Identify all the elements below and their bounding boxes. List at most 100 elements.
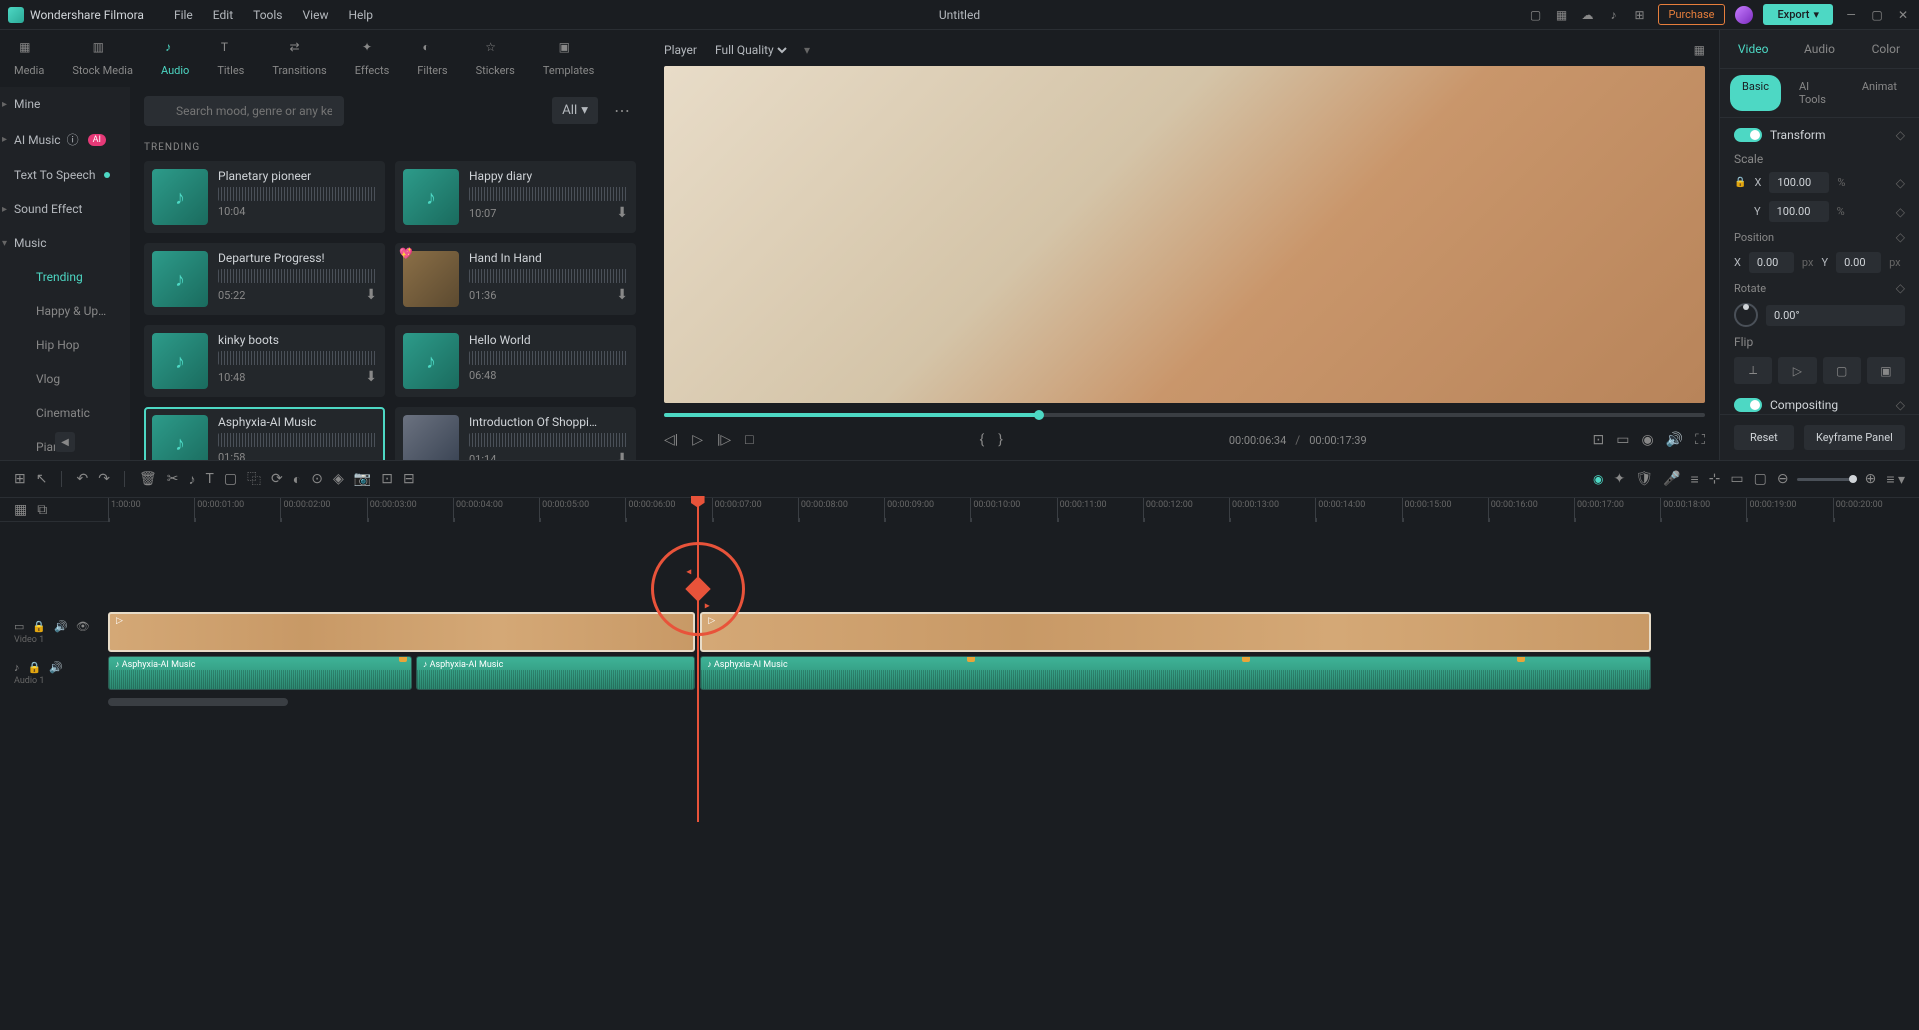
ratio-icon[interactable]: ⊡: [1593, 432, 1605, 448]
history-icon[interactable]: ▦: [1554, 7, 1570, 23]
audio-mute-icon[interactable]: 🔊: [49, 661, 63, 674]
video-track-icon[interactable]: ▭: [14, 620, 24, 633]
compositing-toggle[interactable]: [1734, 398, 1762, 412]
playhead[interactable]: [697, 498, 699, 822]
video-clip-1[interactable]: ▷: [108, 612, 695, 652]
transform-toggle[interactable]: [1734, 128, 1762, 142]
audio-lock-icon[interactable]: 🔒: [28, 661, 42, 674]
audio-track-icon[interactable]: ♪: [14, 661, 20, 674]
list-icon[interactable]: ≡: [1690, 471, 1698, 488]
tab-media[interactable]: ▦Media: [0, 40, 58, 77]
subtab-basic[interactable]: Basic: [1730, 75, 1781, 111]
tab-stock[interactable]: ▥Stock Media: [58, 40, 147, 77]
tab-effects[interactable]: ✦Effects: [341, 40, 404, 77]
track-card[interactable]: ♪Planetary pioneer10:04: [144, 161, 385, 233]
download-icon[interactable]: ⬇: [616, 205, 628, 221]
sidebar-sfx[interactable]: ▸Sound Effect: [0, 192, 130, 226]
display-icon[interactable]: ▭: [1616, 432, 1629, 448]
pos-y-input[interactable]: [1836, 252, 1881, 273]
track-card[interactable]: ♪kinky boots10:48⬇: [144, 325, 385, 397]
maximize-icon[interactable]: ▢: [1869, 7, 1885, 23]
tag-icon[interactable]: ◈: [333, 471, 344, 487]
select-icon[interactable]: ↖: [36, 471, 48, 487]
shield-icon[interactable]: 🛡: [1635, 471, 1653, 487]
subtab-ai[interactable]: AI Tools: [1787, 75, 1844, 111]
scale-x-reset[interactable]: ◇: [1896, 176, 1905, 190]
track-card[interactable]: Introduction Of Shoppi…01:14⬇: [395, 407, 636, 460]
compositing-reset[interactable]: ◇: [1896, 398, 1905, 412]
sidebar-cinematic[interactable]: Cinematic: [0, 396, 130, 430]
split-icon[interactable]: ✂: [167, 471, 179, 487]
track-mute-icon[interactable]: 🔊: [54, 620, 68, 633]
timeline-scrollbar[interactable]: [108, 698, 1811, 706]
mic-icon[interactable]: 🎤: [1663, 471, 1680, 487]
user-avatar[interactable]: [1735, 6, 1753, 24]
download-icon[interactable]: ⬇: [616, 451, 628, 460]
frame-icon[interactable]: ▢: [1754, 471, 1767, 487]
flip-h-button[interactable]: ⟂: [1734, 357, 1772, 384]
group-icon[interactable]: ⊡: [381, 471, 393, 487]
reset-button[interactable]: Reset: [1734, 425, 1794, 450]
crop-icon[interactable]: ▢: [224, 471, 237, 487]
bracket-out-icon[interactable]: }: [998, 432, 1003, 448]
gear-icon[interactable]: ✦: [1614, 471, 1626, 487]
download-icon[interactable]: ⬇: [616, 287, 628, 303]
sidebar-mine[interactable]: ▸Mine: [0, 87, 130, 121]
flip-v-button[interactable]: ▷: [1778, 357, 1816, 384]
ungroup-icon[interactable]: ⊟: [403, 471, 415, 487]
player-progress[interactable]: [664, 413, 1705, 417]
bracket-in-icon[interactable]: {: [979, 432, 984, 448]
speed-icon[interactable]: ⟳: [271, 471, 283, 487]
menu-file[interactable]: File: [174, 8, 193, 22]
props-tab-color[interactable]: Color: [1853, 30, 1919, 68]
lock-icon[interactable]: 🔒: [1734, 177, 1746, 188]
props-tab-audio[interactable]: Audio: [1786, 30, 1852, 68]
export-button[interactable]: Export ▾: [1763, 4, 1833, 25]
menu-help[interactable]: Help: [348, 8, 373, 22]
audio-clip-3[interactable]: ♪ Asphyxia-AI Music: [700, 656, 1651, 690]
filter-all-button[interactable]: All ▾: [552, 97, 598, 124]
sidebar-ai-music[interactable]: ▸AI Music ⓘAI: [0, 121, 130, 158]
camera-icon[interactable]: ◉: [1642, 432, 1654, 448]
view-icon[interactable]: ≡ ▾: [1886, 471, 1905, 488]
timeline-ruler[interactable]: 1:00:0000:00:01:0000:00:02:0000:00:03:00…: [108, 498, 1919, 522]
rotate-reset[interactable]: ◇: [1896, 281, 1905, 295]
flip-copy-button[interactable]: ▢: [1823, 357, 1861, 384]
stop-icon[interactable]: □: [745, 431, 753, 448]
sidebar-tts[interactable]: Text To Speech: [0, 158, 130, 192]
delete-icon[interactable]: 🗑: [139, 471, 157, 487]
menu-tools[interactable]: Tools: [253, 8, 282, 22]
video-clip-2[interactable]: ▷: [700, 612, 1651, 652]
apps-icon[interactable]: ⊞: [1632, 7, 1648, 23]
close-icon[interactable]: ✕: [1895, 7, 1911, 23]
audio-edit-icon[interactable]: ♪: [188, 471, 195, 488]
rotate-input[interactable]: [1766, 305, 1905, 326]
magnet-icon[interactable]: ⊞: [14, 471, 26, 487]
fullscreen-icon[interactable]: ⛶: [1695, 432, 1705, 448]
more-icon[interactable]: ⋯: [608, 95, 636, 126]
redo-icon[interactable]: ↷: [98, 471, 110, 487]
minimize-icon[interactable]: —: [1843, 7, 1859, 23]
camera-tool-icon[interactable]: 📷: [354, 471, 371, 487]
search-input[interactable]: [144, 96, 344, 126]
track-eye-icon[interactable]: 👁: [76, 620, 90, 633]
cloud-icon[interactable]: ☁: [1580, 7, 1596, 23]
sidebar-trending[interactable]: Trending: [0, 260, 130, 294]
track-lock-icon[interactable]: 🔒: [32, 620, 46, 633]
ai-icon[interactable]: ◉: [1593, 472, 1603, 486]
sidebar-vlog[interactable]: Vlog: [0, 362, 130, 396]
color-icon[interactable]: ◐: [293, 471, 301, 488]
layout-icon[interactable]: ▢: [1528, 7, 1544, 23]
flip-paste-button[interactable]: ▣: [1867, 357, 1905, 384]
next-frame-icon[interactable]: |▷: [717, 432, 731, 448]
sidebar-collapse-icon[interactable]: ◀: [55, 432, 75, 452]
purchase-button[interactable]: Purchase: [1658, 4, 1726, 25]
rotate-dial[interactable]: [1734, 303, 1758, 327]
props-tab-video[interactable]: Video: [1720, 30, 1786, 68]
play-icon[interactable]: ▷: [692, 432, 703, 448]
track-add-icon[interactable]: ▦: [14, 502, 27, 518]
video-preview[interactable]: [664, 66, 1705, 403]
sidebar-hiphop[interactable]: Hip Hop: [0, 328, 130, 362]
menu-view[interactable]: View: [303, 8, 329, 22]
tab-titles[interactable]: TTitles: [203, 40, 258, 77]
